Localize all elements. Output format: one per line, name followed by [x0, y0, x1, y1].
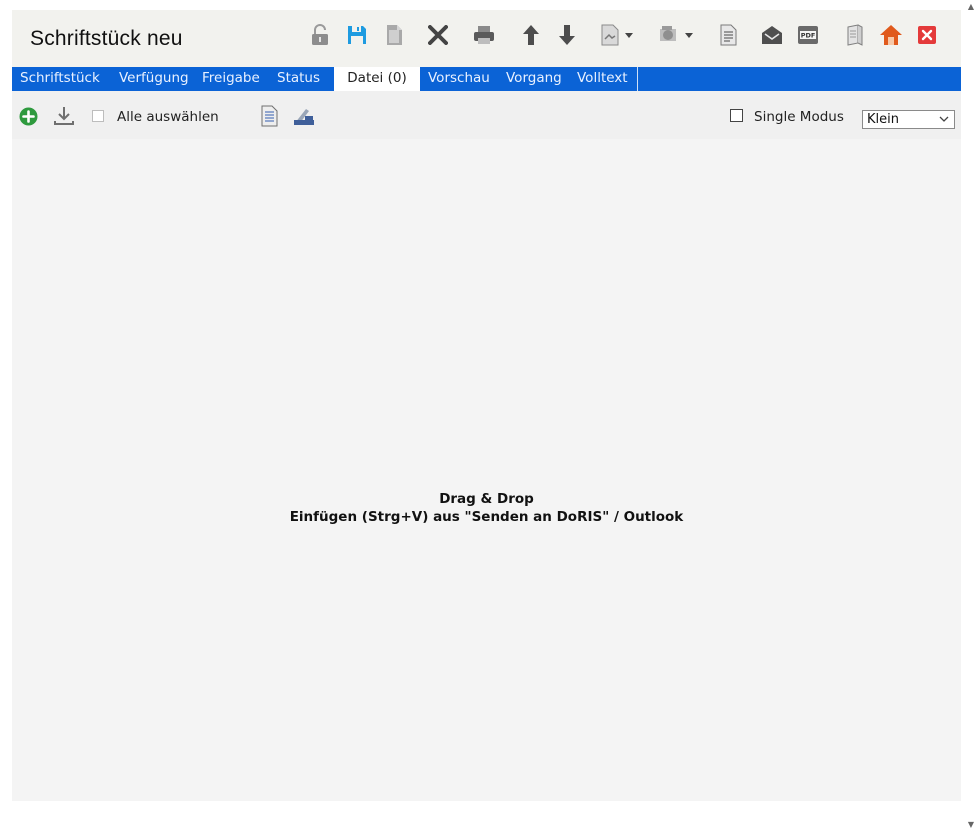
tab-bar: Schriftstück Verfügung Freigabe Status D… [12, 67, 961, 93]
drop-instructions-line1: Drag & Drop [439, 491, 534, 507]
tab-volltext[interactable]: Volltext [577, 67, 628, 91]
drop-instructions: Drag & Drop Einfügen (Strg+V) aus "Sende… [12, 490, 961, 526]
window-header: Schriftstück neu PDF [12, 10, 961, 67]
scroll-down-icon[interactable]: ▼ [968, 820, 974, 829]
size-select[interactable]: Klein [862, 110, 955, 129]
lock-icon[interactable] [308, 23, 332, 47]
scanner-icon [294, 109, 314, 125]
single-mode-checkbox[interactable] [730, 109, 743, 122]
tab-vorschau[interactable]: Vorschau [428, 67, 490, 91]
arrow-up-icon[interactable] [519, 23, 543, 47]
document-list-icon [261, 105, 278, 127]
select-all-checkbox[interactable] [92, 110, 104, 122]
tab-schriftstueck[interactable]: Schriftstück [20, 67, 100, 91]
tab-status[interactable]: Status [277, 67, 320, 91]
envelope-icon[interactable] [760, 23, 784, 47]
scan-button[interactable] [293, 106, 315, 130]
tab-freigabe[interactable]: Freigabe [202, 67, 260, 91]
vertical-scrollbar[interactable]: ▲ ▼ [962, 0, 976, 831]
document-window: Schriftstück neu PDF Schriftstück Verfüg… [12, 10, 961, 801]
save-icon[interactable] [345, 23, 369, 47]
tab-vorgang[interactable]: Vorgang [506, 67, 562, 91]
file-drop-zone[interactable]: Drag & Drop Einfügen (Strg+V) aus "Sende… [12, 149, 961, 801]
stamp-dropdown-icon[interactable] [658, 23, 694, 47]
pdf-badge-text: PDF [801, 32, 816, 40]
copy-icon[interactable] [382, 23, 406, 47]
size-select-value: Klein [867, 112, 899, 127]
window-title: Schriftstück neu [30, 27, 183, 50]
select-all-label: Alle auswählen [117, 109, 219, 125]
document-icon[interactable] [716, 23, 740, 47]
close-x-icon[interactable] [426, 23, 450, 47]
download-icon [54, 107, 74, 125]
print-icon[interactable] [472, 23, 496, 47]
drop-instructions-line2: Einfügen (Strg+V) aus "Senden an DoRIS" … [289, 509, 684, 525]
book-icon[interactable] [843, 23, 867, 47]
close-window-icon[interactable] [915, 23, 939, 47]
tab-separator [637, 67, 638, 91]
file-list-view-button[interactable] [260, 105, 278, 131]
file-toolbar: Alle auswählen Single Modus Klein [12, 91, 961, 139]
single-mode-label: Single Modus [754, 109, 844, 125]
add-file-button[interactable] [19, 107, 38, 130]
plus-circle-icon [19, 107, 38, 126]
scroll-up-icon[interactable]: ▲ [968, 2, 974, 11]
tab-verfuegung[interactable]: Verfügung [119, 67, 189, 91]
tab-datei[interactable]: Datei (0) [334, 67, 420, 93]
arrow-down-icon[interactable] [555, 23, 579, 47]
download-button[interactable] [53, 105, 75, 131]
pdf-icon[interactable]: PDF [796, 23, 820, 47]
chevron-down-icon [939, 116, 949, 122]
home-icon[interactable] [879, 23, 903, 47]
document-dropdown-icon[interactable] [600, 23, 634, 47]
